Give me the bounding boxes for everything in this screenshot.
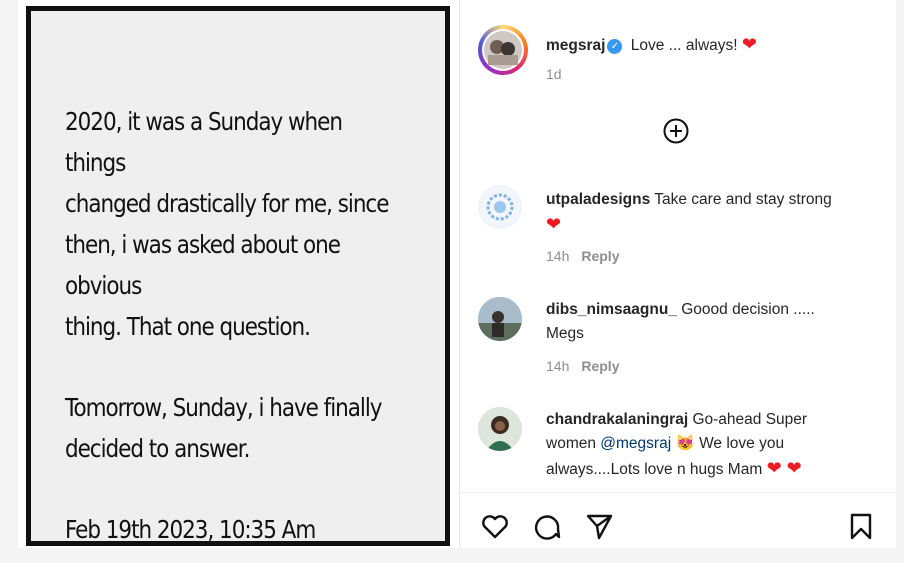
comment-3-text-cont: women [546, 435, 601, 452]
avatar-megsraj[interactable] [478, 25, 528, 75]
heart-icon[interactable] [480, 511, 510, 541]
comment-2-meta: 14h Reply [546, 358, 619, 374]
comment-2-reply-button[interactable]: Reply [581, 358, 619, 374]
comment-2-time: 14h [546, 358, 570, 374]
comment-3-hearts: ❤ ❤ [766, 458, 802, 478]
mention-link[interactable]: @megsraj [600, 435, 671, 452]
post-paragraph-2: Tomorrow, Sunday, i have finally decided… [65, 393, 382, 463]
comment-2-username[interactable]: dibs_nimsaagnu_ [546, 301, 677, 318]
heart-emoji: ❤ [741, 34, 757, 54]
comment-1-heart: ❤ [546, 214, 562, 234]
plus-circle-icon[interactable] [663, 118, 689, 144]
caption: megsraj ✓ Love ... always! ❤ [546, 32, 757, 58]
comment-1-time: 14h [546, 248, 570, 264]
action-bar [460, 492, 896, 549]
comment-1-meta: 14h Reply [546, 248, 619, 264]
post-date: Feb 19th 2023, 10:35 Am [65, 515, 316, 544]
comment-1: utpaladesigns Take care and stay strong … [546, 188, 886, 238]
avatar-chandrakalaningraj[interactable] [478, 407, 522, 451]
verified-badge-icon: ✓ [607, 39, 623, 54]
avatar-dibs-nimsaagnu[interactable] [478, 297, 522, 341]
comment-1-text: Take care and stay strong [654, 191, 832, 208]
avatar-utpaladesigns[interactable] [478, 185, 522, 229]
heart-eyes-emoji: 😻 [675, 435, 695, 452]
caption-time: 1d [546, 66, 562, 82]
post-text: 2020, it was a Sunday when things change… [65, 101, 392, 550]
share-icon[interactable] [584, 511, 614, 541]
caption-text: Love ... always! [630, 37, 738, 54]
post-image: 2020, it was a Sunday when things change… [26, 6, 450, 546]
bookmark-icon[interactable] [846, 511, 876, 541]
comments-panel: megsraj ✓ Love ... always! ❤ 1d utpalades… [460, 0, 896, 548]
comment-1-reply-button[interactable]: Reply [581, 248, 619, 264]
comment-1-username[interactable]: utpaladesigns [546, 191, 650, 208]
comment-3-text-line3: always....Lots love n hugs Mam [546, 461, 763, 478]
caption-username[interactable]: megsraj [546, 37, 605, 54]
comment-icon[interactable] [532, 511, 562, 541]
post-paragraph-1: 2020, it was a Sunday when things change… [65, 107, 389, 341]
comment-3: chandrakalaningraj Go-ahead Super women … [546, 408, 886, 482]
comment-2-text: Goood decision ..... [681, 301, 815, 318]
comment-3-text: Go-ahead Super [692, 411, 808, 428]
comment-2-text-cont: Megs [546, 325, 584, 342]
comment-3-username[interactable]: chandrakalaningraj [546, 411, 688, 428]
comment-2: dibs_nimsaagnu_ Goood decision ..... Meg… [546, 298, 886, 346]
comment-3-text-cont-2: We love you [694, 435, 785, 452]
